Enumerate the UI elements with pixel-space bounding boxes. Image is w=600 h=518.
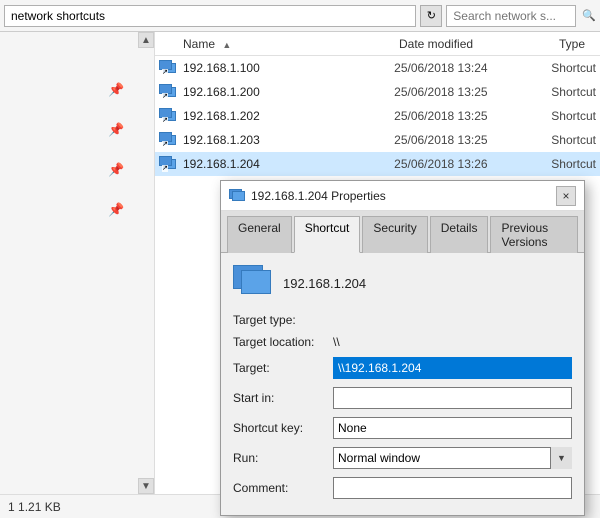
field-row-target-location: Target location: \\ [233, 335, 572, 349]
sidebar-scroll-down[interactable]: ▼ [138, 478, 154, 494]
file-icon: ↗ [159, 132, 179, 148]
status-text: 1 1.21 KB [8, 500, 61, 514]
file-date: 25/06/2018 13:24 [394, 61, 551, 75]
tab-details[interactable]: Details [430, 216, 489, 253]
file-list-header: Name ▲ Date modified Type [155, 32, 600, 56]
file-date: 25/06/2018 13:25 [394, 85, 551, 99]
address-input[interactable] [4, 5, 416, 27]
file-type: Shortcut [551, 85, 596, 99]
run-select-display[interactable]: Normal window [333, 447, 572, 469]
search-icon: 🔍 [582, 9, 596, 22]
dialog-title: 192.168.1.204 Properties [251, 189, 550, 203]
file-icon: ↗ [159, 156, 179, 172]
field-row-target: Target: [233, 357, 572, 379]
sidebar-pins: 📌 📌 📌 📌 [108, 82, 124, 218]
sidebar: ▲ 📌 📌 📌 📌 ▼ [0, 32, 155, 494]
file-name: 192.168.1.202 [183, 109, 394, 123]
field-row-shortcut-key: Shortcut key: [233, 417, 572, 439]
target-location-value: \\ [333, 335, 340, 349]
start-in-input[interactable] [333, 387, 572, 409]
run-select-wrapper: Normal window ▼ [333, 447, 572, 469]
file-icon: ↗ [159, 84, 179, 100]
file-rows-container: ↗ 192.168.1.100 25/06/2018 13:24 Shortcu… [155, 56, 600, 176]
file-name: 192.168.1.204 [183, 157, 394, 171]
sort-arrow: ▲ [222, 40, 231, 50]
sidebar-scroll-up[interactable]: ▲ [138, 32, 154, 48]
field-row-start-in: Start in: [233, 387, 572, 409]
start-in-label: Start in: [233, 391, 333, 405]
target-type-label: Target type: [233, 313, 333, 327]
target-label: Target: [233, 361, 333, 375]
file-icon: ↗ [159, 108, 179, 124]
file-name: 192.168.1.100 [183, 61, 394, 75]
dialog-body: 192.168.1.204 Target type: Target locati… [221, 253, 584, 515]
field-row-comment: Comment: [233, 477, 572, 499]
table-row[interactable]: ↗ 192.168.1.100 25/06/2018 13:24 Shortcu… [155, 56, 600, 80]
refresh-button[interactable]: ↻ [420, 5, 442, 27]
file-type: Shortcut [551, 133, 596, 147]
target-input[interactable] [333, 357, 572, 379]
dialog-title-icon [229, 189, 245, 203]
file-type: Shortcut [551, 157, 596, 171]
table-row[interactable]: ↗ 192.168.1.200 25/06/2018 13:25 Shortcu… [155, 80, 600, 104]
field-row-run: Run: Normal window ▼ [233, 447, 572, 469]
comment-label: Comment: [233, 481, 333, 495]
col-date-header[interactable]: Date modified [399, 37, 559, 51]
file-type: Shortcut [551, 61, 596, 75]
dialog-titlebar: 192.168.1.204 Properties × [221, 181, 584, 211]
properties-dialog: 192.168.1.204 Properties × General Short… [220, 180, 585, 516]
tab-previous-versions[interactable]: Previous Versions [490, 216, 578, 253]
pin-icon-4: 📌 [108, 202, 124, 218]
dialog-close-button[interactable]: × [556, 186, 576, 206]
address-bar: ↻ 🔍 [0, 0, 600, 32]
tab-general[interactable]: General [227, 216, 292, 253]
shortcut-header: 192.168.1.204 [233, 265, 572, 301]
table-row[interactable]: ↗ 192.168.1.202 25/06/2018 13:25 Shortcu… [155, 104, 600, 128]
table-row[interactable]: ↗ 192.168.1.203 25/06/2018 13:25 Shortcu… [155, 128, 600, 152]
file-date: 25/06/2018 13:25 [394, 109, 551, 123]
shortcut-filename: 192.168.1.204 [283, 276, 366, 291]
file-date: 25/06/2018 13:26 [394, 157, 551, 171]
search-input[interactable] [446, 5, 576, 27]
table-row[interactable]: ↗ 192.168.1.204 25/06/2018 13:26 Shortcu… [155, 152, 600, 176]
target-location-label: Target location: [233, 335, 333, 349]
pin-icon-1: 📌 [108, 82, 124, 98]
field-row-target-type: Target type: [233, 313, 572, 327]
file-name: 192.168.1.200 [183, 85, 394, 99]
col-type-header[interactable]: Type [559, 37, 596, 51]
tab-security[interactable]: Security [362, 216, 427, 253]
file-icon: ↗ [159, 60, 179, 76]
dialog-tabs: General Shortcut Security Details Previo… [221, 211, 584, 253]
big-file-icon [233, 265, 273, 301]
run-label: Run: [233, 451, 333, 465]
pin-icon-3: 📌 [108, 162, 124, 178]
explorer-window: ↻ 🔍 ▲ 📌 📌 📌 📌 ▼ Name ▲ Date mod [0, 0, 600, 518]
file-name: 192.168.1.203 [183, 133, 394, 147]
shortcut-key-input[interactable] [333, 417, 572, 439]
comment-input[interactable] [333, 477, 572, 499]
file-date: 25/06/2018 13:25 [394, 133, 551, 147]
file-type: Shortcut [551, 109, 596, 123]
shortcut-key-label: Shortcut key: [233, 421, 333, 435]
tab-shortcut[interactable]: Shortcut [294, 216, 361, 253]
col-name-header[interactable]: Name ▲ [159, 37, 399, 51]
pin-icon-2: 📌 [108, 122, 124, 138]
